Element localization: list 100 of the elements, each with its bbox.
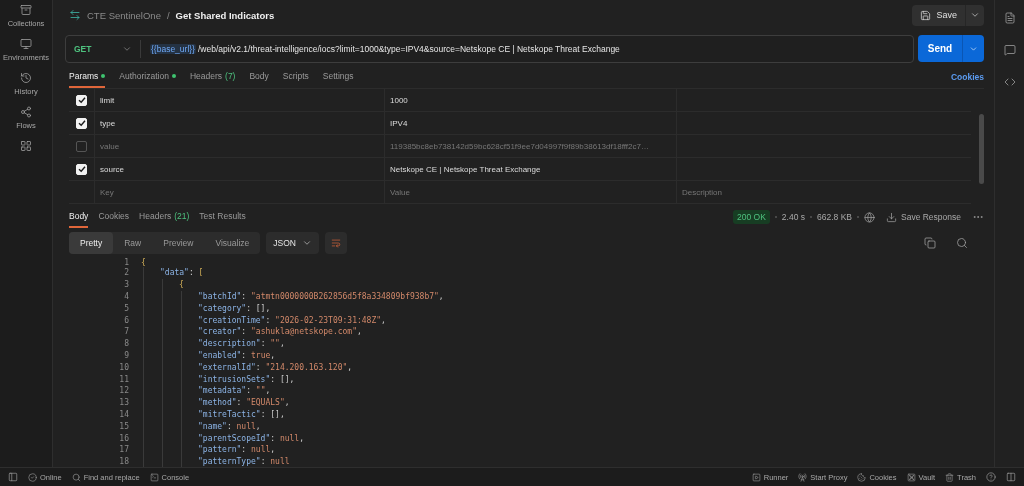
chevron-down-icon xyxy=(122,44,132,54)
line-number: 1 xyxy=(123,258,129,267)
view-tab[interactable]: Visualize xyxy=(204,232,261,254)
share-icon xyxy=(20,106,32,118)
code-line: "method": "EQUALS", xyxy=(198,398,290,408)
collection-name[interactable]: CTE SentinelOne xyxy=(87,9,161,21)
request-tab[interactable]: Settings xyxy=(322,66,354,88)
archive-icon xyxy=(20,4,32,16)
format-select[interactable]: JSON xyxy=(266,232,319,254)
play-icon xyxy=(751,472,761,482)
download-icon xyxy=(886,211,897,223)
line-number: 15 xyxy=(118,421,129,431)
url-bar[interactable]: GET {{base_url}} /web/api/v2.1/threat-intelligence/iocs?limit=1000&type=IPV4&source=Netskope CE | Netskope Threat Exchange xyxy=(65,35,914,63)
line-number: 16 xyxy=(118,433,129,443)
code-line: "mitreTactic": [], xyxy=(198,409,285,419)
key-field[interactable]: Key xyxy=(94,181,384,203)
line-number: 9 xyxy=(123,350,129,360)
variable-chip[interactable]: {{base_url}} xyxy=(150,44,196,54)
code-line: "enabled": true, xyxy=(198,350,276,360)
monitor-icon xyxy=(20,38,32,50)
request-tab[interactable]: Params xyxy=(69,66,106,88)
checkbox[interactable] xyxy=(76,140,87,152)
sidebar-icon xyxy=(8,472,18,482)
chevron-down-icon xyxy=(970,10,980,20)
terminal-icon xyxy=(149,472,159,482)
scrollbar[interactable] xyxy=(979,114,984,184)
cookies-link[interactable]: Cookies xyxy=(950,72,984,82)
request-name[interactable]: Get Shared Indicators xyxy=(175,9,275,21)
line-number: 12 xyxy=(118,386,129,396)
response-tab[interactable]: Headers (21) xyxy=(139,206,190,228)
request-tab[interactable]: Headers (7) xyxy=(189,66,236,88)
check-circle-icon xyxy=(28,472,37,482)
status-badge: 200 OK xyxy=(733,210,770,224)
save-icon xyxy=(920,9,932,21)
line-number: 13 xyxy=(118,398,129,408)
help-icon xyxy=(986,472,996,482)
save-response-button[interactable]: Save Response xyxy=(880,210,967,224)
line-number: 17 xyxy=(118,445,129,455)
line-number: 3 xyxy=(123,280,129,290)
line-number: 7 xyxy=(123,327,129,337)
grid-icon xyxy=(20,140,32,152)
view-tab[interactable]: Raw xyxy=(113,232,153,254)
response-tab[interactable]: Cookies xyxy=(98,206,130,228)
request-tab[interactable]: Scripts xyxy=(282,66,309,88)
response-time: 2.40 s xyxy=(781,212,805,222)
value-field[interactable]: Value xyxy=(384,181,676,203)
param-key: limit xyxy=(94,89,384,111)
trash-icon xyxy=(945,472,955,482)
code-line: "patternType": null xyxy=(198,457,290,467)
line-number: 2 xyxy=(123,268,129,278)
line-number: 4 xyxy=(123,292,129,301)
comment-icon xyxy=(1003,44,1016,56)
line-number: 11 xyxy=(118,374,129,384)
search-icon xyxy=(956,237,968,249)
line-number: 18 xyxy=(118,457,129,467)
search-icon xyxy=(71,472,81,482)
response-size: 662.8 KB xyxy=(817,212,852,222)
code-icon xyxy=(1003,76,1016,88)
line-number: 10 xyxy=(118,362,129,372)
code-line: "data": [ xyxy=(160,268,204,278)
param-value: 119385bc8eb738142d59bc628cf51f9ee7d04997f9f89b38613df18fff2c7… xyxy=(384,135,676,157)
response-tab[interactable]: Test Results xyxy=(199,206,246,228)
code-line: "intrusionSets": [], xyxy=(198,374,295,384)
code-line: { xyxy=(141,258,146,267)
param-key: type xyxy=(94,112,384,134)
request-tab[interactable]: Authorization xyxy=(119,66,176,88)
code-line: "category": [], xyxy=(198,303,271,313)
method-select[interactable]: GET xyxy=(66,40,141,58)
document-icon xyxy=(1003,12,1016,24)
line-number: 8 xyxy=(123,339,129,349)
param-value: 1000 xyxy=(384,89,676,111)
param-key: value xyxy=(94,135,384,157)
param-key: source xyxy=(94,158,384,180)
chevron-down-icon xyxy=(302,238,312,248)
code-line: "description": "", xyxy=(198,339,285,349)
description-field[interactable]: Description xyxy=(676,181,971,203)
view-tab[interactable]: Pretty xyxy=(69,232,114,254)
code-line: "creator": "ashukla@netskope.com", xyxy=(198,327,362,337)
wrap-button[interactable] xyxy=(325,232,347,254)
panel-icon xyxy=(1006,472,1016,482)
copy-icon xyxy=(924,237,936,249)
code-line: "pattern": null, xyxy=(198,445,276,455)
history-icon xyxy=(20,72,32,84)
code-line: "creationTime": "2026-02-23T09:31:48Z", xyxy=(198,315,386,325)
status-dot xyxy=(171,73,176,78)
code-line: "metadata": "", xyxy=(198,386,271,396)
view-tab[interactable]: Preview xyxy=(152,232,205,254)
safe-icon xyxy=(906,472,916,482)
arrows-icon xyxy=(69,9,81,21)
line-number: 5 xyxy=(123,303,129,313)
response-tab[interactable]: Body xyxy=(69,206,89,228)
status-dot xyxy=(101,73,106,78)
line-number: 6 xyxy=(123,315,129,325)
param-value: IPV4 xyxy=(384,112,676,134)
breadcrumb-separator: / xyxy=(166,9,170,21)
code-line: "batchId": "atmtn0000000B262856d5f8a334809bf938b7", xyxy=(198,292,444,301)
code-line: "parentScopeId": null, xyxy=(198,433,304,443)
code-line: "name": null, xyxy=(198,421,261,431)
line-number: 14 xyxy=(118,409,129,419)
request-tab[interactable]: Body xyxy=(249,66,269,88)
